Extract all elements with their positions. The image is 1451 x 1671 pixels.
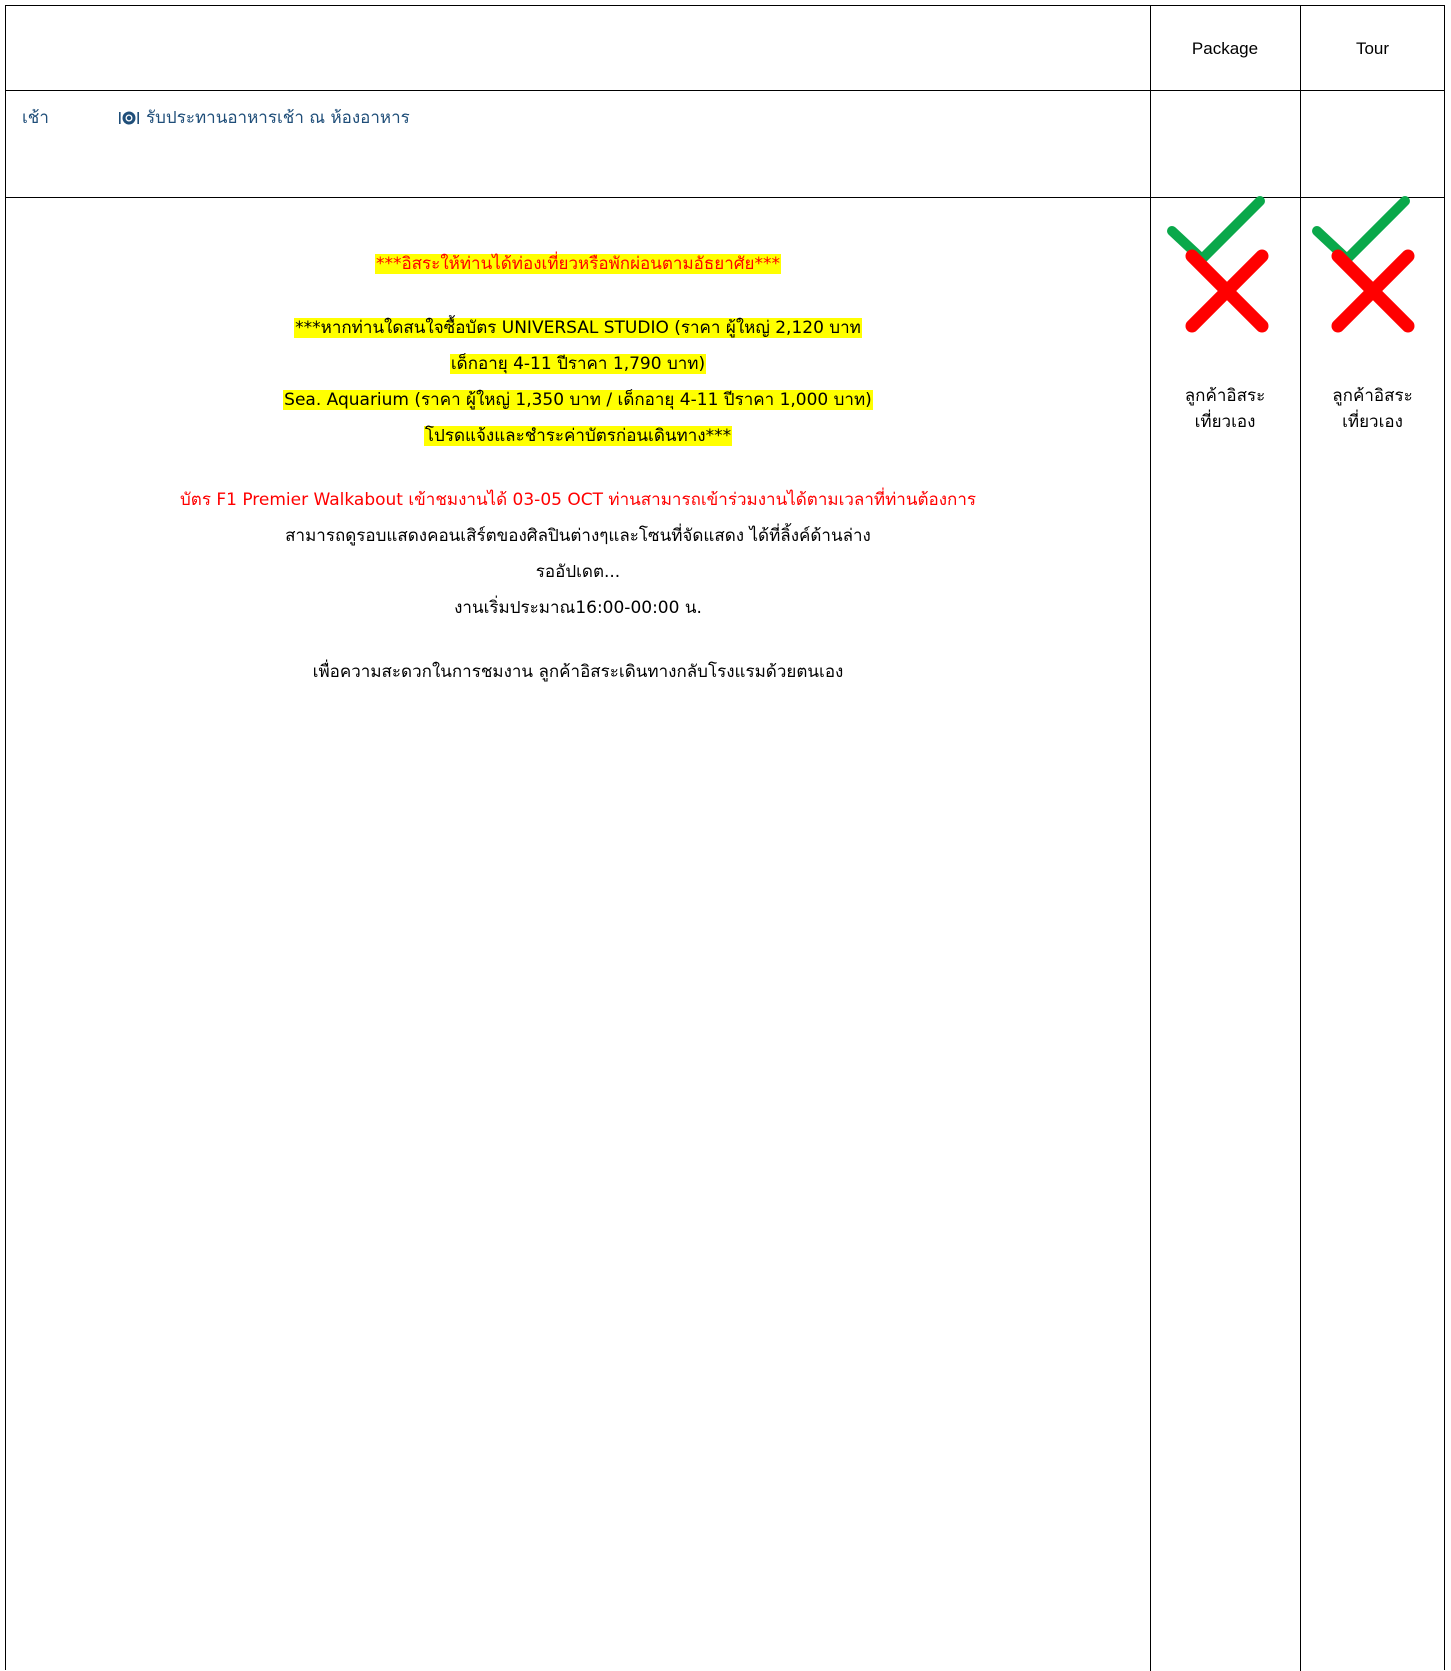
package-note-line: ลูกค้าอิสระ — [1184, 386, 1266, 406]
column-divider — [1150, 91, 1151, 197]
tour-note-line: ลูกค้าอิสระ — [1332, 386, 1413, 406]
ticket-line: Sea. Aquarium (ราคา ผู้ใหญ่ 1,350 บาท / … — [283, 390, 873, 410]
concert-info: สามารถดูรอบแสดงคอนเสิร์ตของศิลปินต่างๆแล… — [285, 526, 871, 546]
tour-column-header: Tour — [1355, 38, 1390, 58]
free-day-headline: ***อิสระให้ท่านได้ท่องเที่ยวหรือพักผ่อนต… — [374, 254, 782, 274]
meal-description-line: รับประทานอาหารเช้า ณ ห้องอาหาร — [118, 104, 410, 131]
f1-notice: บัตร F1 Premier Walkabout เข้าชมงานได้ 0… — [179, 490, 976, 510]
header-row: Package Tour — [6, 6, 1444, 91]
tour-self-guided-note: ลูกค้าอิสระ เที่ยวเอง — [1300, 383, 1445, 436]
column-divider — [1300, 6, 1301, 90]
plate-cutlery-icon — [118, 109, 140, 127]
package-self-guided-note: ลูกค้าอิสระ เที่ยวเอง — [1150, 383, 1300, 436]
itinerary-table: Package Tour เช้า รับประทานอาหารเช้า ณ ห… — [5, 5, 1445, 1671]
meal-time: เช้า — [22, 108, 49, 128]
tour-cross-icon — [1331, 249, 1415, 333]
package-column-header: Package — [1191, 38, 1259, 58]
column-divider — [1150, 6, 1151, 90]
ticket-line: เด็กอายุ 4-11 ปีราคา 1,790 บาท) — [449, 354, 707, 374]
update-note: รออัปเดต... — [535, 562, 621, 582]
free-day-row: ***อิสระให้ท่านได้ท่องเที่ยวหรือพักผ่อนต… — [6, 198, 1444, 1671]
breakfast-row: เช้า รับประทานอาหารเช้า ณ ห้องอาหาร — [6, 91, 1444, 264]
start-time: งานเริ่มประมาณ16:00-00:00 น. — [454, 598, 702, 618]
meal-description: รับประทานอาหารเช้า ณ ห้องอาหาร — [146, 108, 410, 128]
return-note: เพื่อความสะดวกในการชมงาน ลูกค้าอิสระเดิน… — [312, 662, 844, 682]
package-cross-icon — [1185, 249, 1269, 333]
free-day-content: ***อิสระให้ท่านได้ท่องเที่ยวหรือพักผ่อนต… — [6, 246, 1150, 690]
ticket-line: โปรดแจ้งและชำระค่าบัตรก่อนเดินทาง*** — [423, 426, 733, 446]
tour-note-line: เที่ยวเอง — [1342, 412, 1403, 433]
ticket-line: ***หากท่านใดสนใจซื้อบัตร UNIVERSAL STUDI… — [294, 318, 862, 338]
column-divider — [1300, 91, 1301, 197]
package-note-line: เที่ยวเอง — [1194, 412, 1256, 433]
